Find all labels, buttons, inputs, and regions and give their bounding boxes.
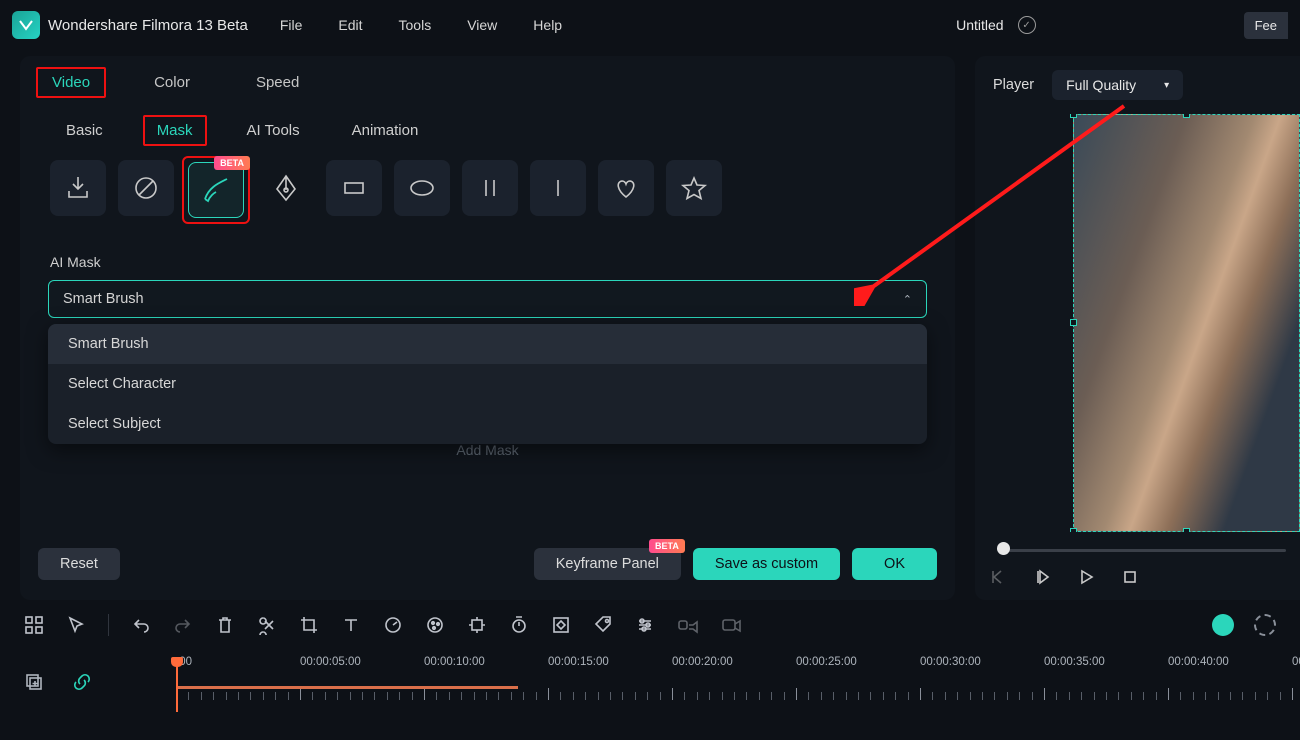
preview-area[interactable] — [983, 114, 1300, 532]
app-logo — [12, 11, 40, 39]
tab-speed[interactable]: Speed — [238, 66, 317, 99]
quality-value: Full Quality — [1066, 77, 1136, 93]
menu-edit[interactable]: Edit — [338, 17, 362, 33]
option-select-character[interactable]: Select Character — [48, 364, 927, 404]
menu-help[interactable]: Help — [533, 17, 562, 33]
timer-icon[interactable] — [509, 615, 529, 635]
mask-none-icon[interactable] — [118, 160, 174, 216]
reset-button[interactable]: Reset — [38, 548, 120, 580]
speed-icon[interactable] — [383, 615, 403, 635]
option-smart-brush[interactable]: Smart Brush — [48, 324, 927, 364]
tab-color[interactable]: Color — [136, 66, 208, 99]
mask-ellipse-icon[interactable] — [394, 160, 450, 216]
menu-file[interactable]: File — [280, 17, 303, 33]
delete-icon[interactable] — [215, 615, 235, 635]
mask-double-line-icon[interactable] — [462, 160, 518, 216]
properties-panel: Video Color Speed Basic Mask AI Tools An… — [20, 56, 955, 600]
subtab-basic[interactable]: Basic — [54, 117, 115, 144]
redo-icon[interactable] — [173, 615, 193, 635]
keyframe-beta-badge: BETA — [649, 539, 685, 553]
play-icon[interactable] — [1077, 568, 1095, 586]
progress-knob[interactable] — [997, 542, 1010, 555]
step-back-icon[interactable] — [1033, 568, 1051, 586]
keyframe-icon[interactable] — [551, 615, 571, 635]
mask-import-icon[interactable] — [50, 160, 106, 216]
mask-pen-icon[interactable] — [258, 160, 314, 216]
quality-dropdown[interactable]: Full Quality ▾ — [1052, 70, 1183, 100]
menu-view[interactable]: View — [467, 17, 497, 33]
ai-mask-dropdown[interactable]: Smart Brush ⌃ — [48, 280, 927, 318]
cursor-icon[interactable] — [66, 615, 86, 635]
clip-bar[interactable] — [176, 686, 518, 689]
player-panel: Player Full Quality ▾ — [975, 56, 1300, 600]
chevron-down-icon: ▾ — [1164, 80, 1169, 91]
color-icon[interactable] — [425, 615, 445, 635]
tag-icon[interactable] — [593, 615, 613, 635]
mask-heart-icon[interactable] — [598, 160, 654, 216]
transform-icon[interactable] — [467, 615, 487, 635]
ai-mask-label: AI Mask — [20, 224, 955, 280]
player-label: Player — [993, 77, 1034, 93]
tab-video[interactable]: Video — [36, 67, 106, 98]
text-icon[interactable] — [341, 615, 361, 635]
prev-frame-icon[interactable] — [989, 568, 1007, 586]
add-track-icon[interactable] — [24, 672, 44, 692]
undo-icon[interactable] — [131, 615, 151, 635]
record-voice-icon[interactable] — [677, 615, 699, 635]
record-cam-icon[interactable] — [721, 615, 743, 635]
player-controls — [975, 558, 1300, 600]
save-as-custom-button[interactable]: Save as custom — [693, 548, 840, 580]
saved-icon: ✓ — [1018, 16, 1036, 34]
progress-bar[interactable] — [989, 546, 1286, 552]
mask-shape-row: BETA — [20, 152, 955, 224]
timeline-toolbar — [0, 600, 1300, 642]
menu-tools[interactable]: Tools — [399, 17, 432, 33]
subtab-ai-tools[interactable]: AI Tools — [235, 117, 312, 144]
playhead[interactable] — [176, 660, 178, 712]
mask-ai-brush-icon[interactable]: BETA — [188, 162, 244, 218]
ai-indicator-icon[interactable] — [1212, 614, 1234, 636]
beta-badge: BETA — [214, 156, 250, 170]
crop-icon[interactable] — [299, 615, 319, 635]
ai-mask-options: Smart Brush Select Character Select Subj… — [48, 324, 927, 444]
dropdown-value: Smart Brush — [63, 291, 903, 307]
project-name: Untitled — [956, 17, 1003, 33]
chevron-up-icon: ⌃ — [903, 293, 912, 306]
option-select-subject[interactable]: Select Subject — [48, 404, 927, 444]
timeline: :0000:00:05:0000:00:10:0000:00:15:0000:0… — [0, 642, 1300, 712]
mask-single-line-icon[interactable] — [530, 160, 586, 216]
link-icon[interactable] — [72, 672, 92, 692]
subtab-animation[interactable]: Animation — [340, 117, 431, 144]
ok-button[interactable]: OK — [852, 548, 937, 580]
feedback-button[interactable]: Fee — [1244, 12, 1288, 39]
app-title: Wondershare Filmora 13 Beta — [48, 17, 248, 34]
split-icon[interactable] — [257, 615, 277, 635]
titlebar: Wondershare Filmora 13 Beta File Edit To… — [0, 0, 1300, 50]
add-mask-button[interactable]: Add Mask — [20, 442, 955, 458]
mask-rectangle-icon[interactable] — [326, 160, 382, 216]
menubar: File Edit Tools View Help — [280, 17, 562, 33]
render-icon[interactable] — [1254, 614, 1276, 636]
subtab-mask[interactable]: Mask — [143, 115, 207, 146]
stop-icon[interactable] — [1121, 568, 1139, 586]
layout-icon[interactable] — [24, 615, 44, 635]
ruler[interactable]: :0000:00:05:0000:00:10:0000:00:15:0000:0… — [176, 656, 1290, 700]
adjust-icon[interactable] — [635, 615, 655, 635]
mask-star-icon[interactable] — [666, 160, 722, 216]
